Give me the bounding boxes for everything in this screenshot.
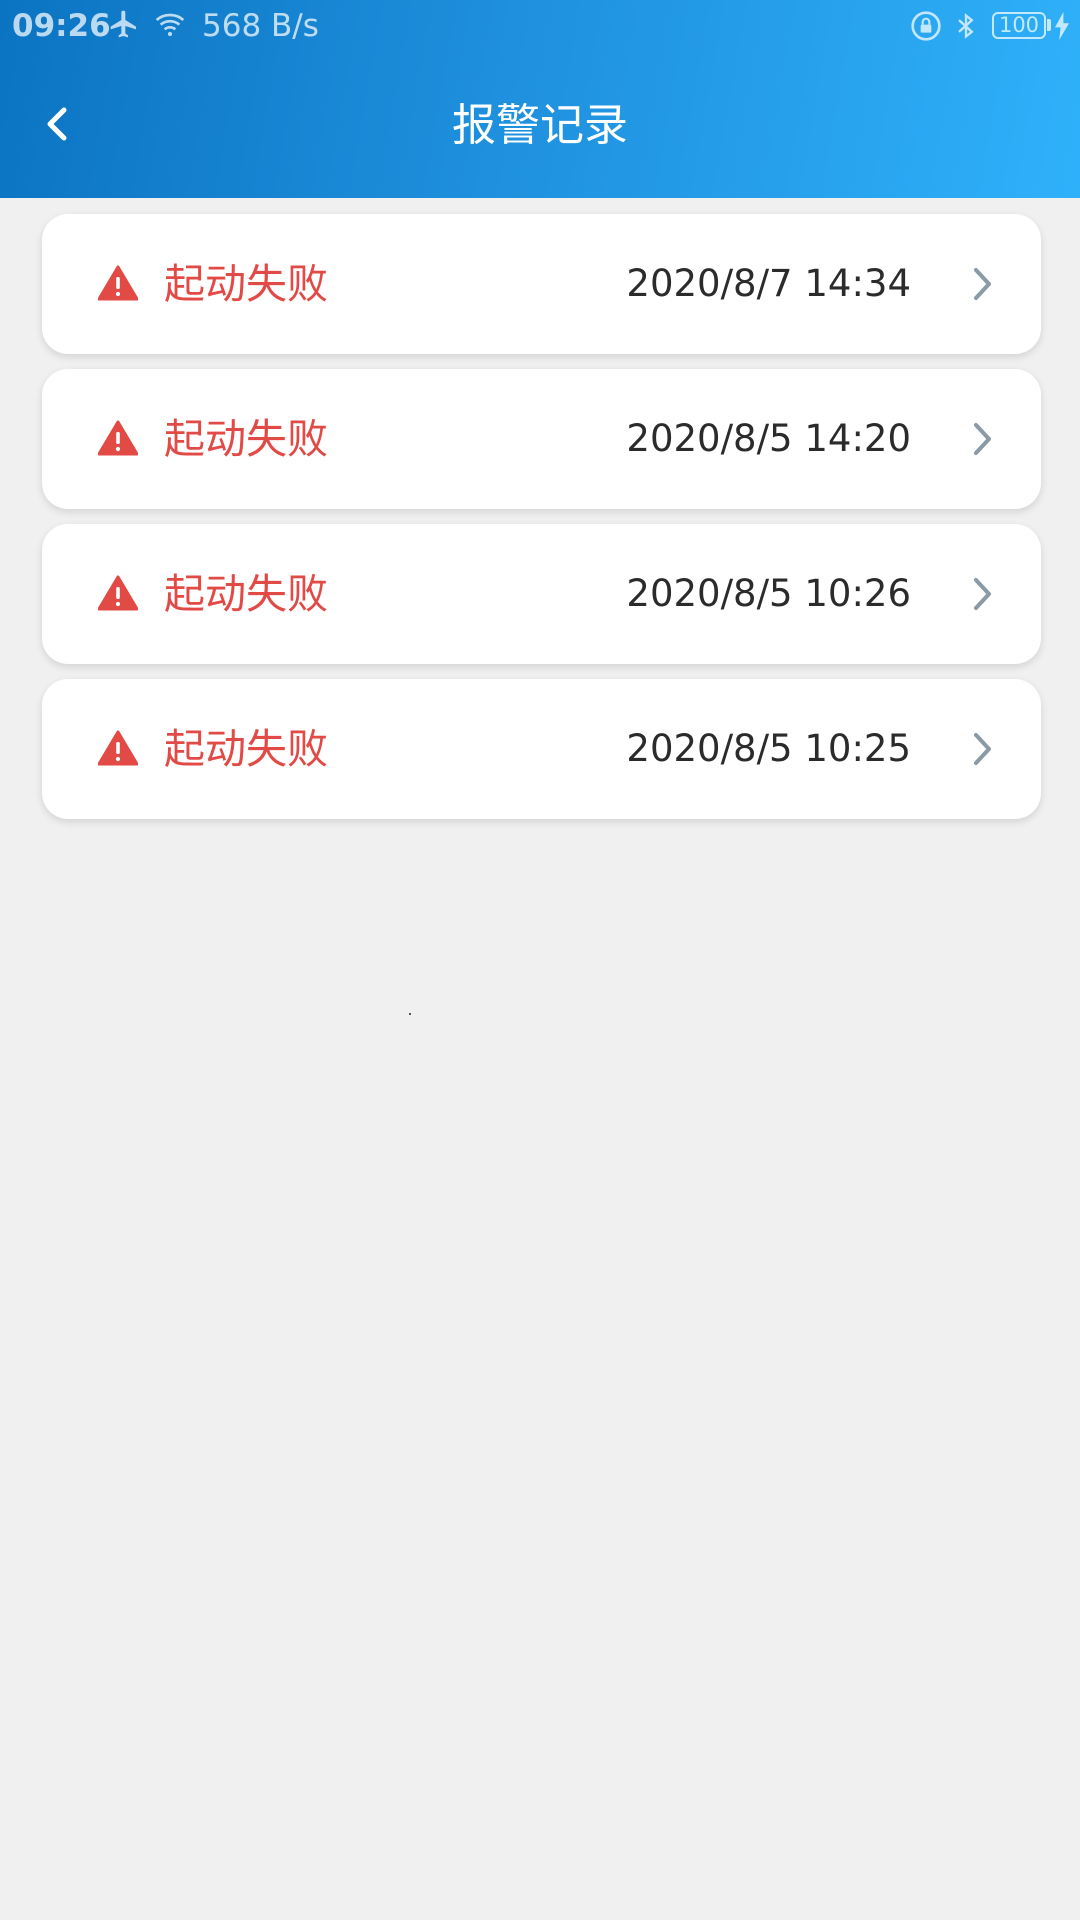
alarm-item[interactable]: 起动失败 2020/8/7 14:34 [42,214,1041,354]
airplane-icon [110,10,136,38]
page-title: 报警记录 [452,100,628,151]
alarm-list: 起动失败 2020/8/7 14:34 起动失败 2020/8/5 14:20 … [42,214,1041,834]
network-speed: 568 B/s [202,8,319,44]
alarm-label: 起动失败 [164,415,328,463]
alarm-time: 2020/8/5 14:20 [626,417,911,460]
battery-level: 100 [998,13,1040,37]
wifi-icon [155,13,185,37]
battery-cap [1047,19,1051,31]
bluetooth-icon [958,13,974,39]
alarm-time: 2020/8/5 10:26 [626,572,911,615]
alarm-item[interactable]: 起动失败 2020/8/5 14:20 [42,369,1041,509]
alarm-item[interactable]: 起动失败 2020/8/5 10:26 [42,524,1041,664]
alarm-label: 起动失败 [164,570,328,618]
chevron-right-icon [974,733,991,765]
warning-icon [98,420,138,456]
chevron-right-icon [974,423,991,455]
alarm-time: 2020/8/7 14:34 [626,262,911,305]
battery-icon: 100 [992,12,1046,39]
status-bar: 09:26 568 B/s 100 [0,0,1080,52]
chevron-right-icon [974,578,991,610]
alarm-label: 起动失败 [164,260,328,308]
stray-dot [409,1013,411,1015]
app-header: 09:26 568 B/s 100 报警记录 [0,0,1080,198]
alarm-time: 2020/8/5 10:25 [626,727,911,770]
chevron-right-icon [974,268,991,300]
warning-icon [98,265,138,301]
alarm-label: 起动失败 [164,725,328,773]
warning-icon [98,730,138,766]
warning-icon [98,575,138,611]
charging-icon [1055,12,1069,40]
lock-rotation-icon [911,11,941,41]
alarm-item[interactable]: 起动失败 2020/8/5 10:25 [42,679,1041,819]
status-time: 09:26 [12,8,111,44]
